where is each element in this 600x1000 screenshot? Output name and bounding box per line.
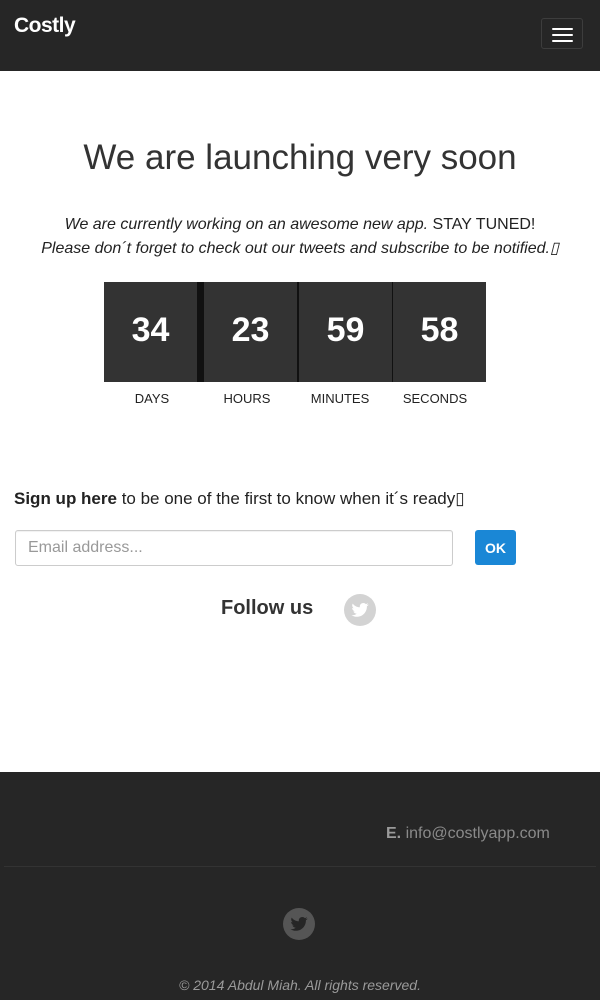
hamburger-menu-icon — [552, 28, 573, 30]
intro-line-1: We are currently working on an awesome n… — [0, 213, 600, 237]
signup-prompt-rest: to be one of the first to know when it´s… — [116, 489, 465, 508]
twitter-icon[interactable] — [344, 594, 376, 626]
countdown-hours-value: 23 — [204, 282, 297, 382]
countdown-seconds-value: 58 — [393, 282, 486, 382]
page-title: We are launching very soon — [83, 138, 517, 177]
countdown-hours-label: HOURS — [223, 391, 271, 406]
footer-twitter-icon[interactable] — [283, 908, 315, 940]
intro-text: We are currently working on an awesome n… — [0, 213, 600, 261]
intro-line-1-stay-tuned: STAY TUNED! — [428, 216, 536, 233]
follow-us-label: Follow us — [221, 597, 314, 619]
footer-divider — [4, 866, 596, 867]
countdown-minutes-label: MINUTES — [310, 391, 370, 406]
intro-line-2: Please don´t forget to check out our twe… — [41, 240, 559, 257]
twitter-bird-glyph — [290, 917, 308, 931]
hamburger-bar — [552, 34, 573, 36]
navbar: Costly — [0, 0, 600, 71]
menu-toggle-button[interactable] — [541, 18, 583, 49]
ok-button[interactable]: OK — [475, 530, 516, 565]
signup-prompt-bold: Sign up here — [14, 489, 117, 508]
intro-line-1-italic: We are currently working on an awesome n… — [64, 216, 429, 233]
twitter-bird-glyph — [351, 603, 369, 617]
countdown-days-label: DAYS — [134, 391, 170, 406]
email-link[interactable]: info@costlyapp.com — [406, 825, 550, 842]
footer: E. info@costlyapp.com © 2014 Abdul Miah.… — [0, 772, 600, 1000]
copyright: © 2014 Abdul Miah. All rights reserved. — [179, 977, 421, 993]
countdown-seconds-label: SECONDS — [402, 391, 468, 406]
email-input[interactable] — [15, 530, 453, 566]
countdown-timer: 34 23 59 58 — [104, 282, 486, 382]
hamburger-bar — [552, 40, 573, 42]
contact-email: E. info@costlyapp.com — [386, 825, 550, 843]
countdown-days-value: 34 — [104, 282, 197, 382]
countdown-minutes-value: 59 — [299, 282, 392, 382]
brand-logo[interactable]: Costly — [14, 14, 76, 38]
email-prefix: E. — [386, 825, 402, 842]
signup-prompt: Sign up here to be one of the first to k… — [14, 489, 465, 509]
